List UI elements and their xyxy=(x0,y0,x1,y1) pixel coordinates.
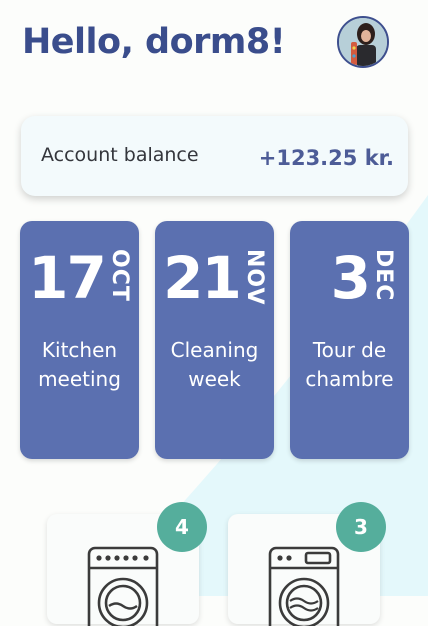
washing-machine-icon xyxy=(268,546,340,626)
event-card-tour-de-chambre[interactable]: 3 DEC Tour de chambre xyxy=(290,221,409,459)
event-card-kitchen-meeting[interactable]: 17 OCT Kitchen meeting xyxy=(20,221,139,459)
event-day: 17 xyxy=(28,244,107,312)
profile-photo-icon xyxy=(339,18,387,66)
event-date: 17 OCT xyxy=(20,243,139,313)
washing-machine-icon xyxy=(87,546,159,626)
event-title: Kitchen meeting xyxy=(38,338,121,391)
avatar[interactable] xyxy=(337,16,389,68)
event-month: OCT xyxy=(106,249,132,302)
account-balance-card[interactable]: Account balance +123.25 kr. xyxy=(21,116,408,196)
machine-count-badge: 3 xyxy=(336,502,386,552)
balance-value: +123.25 kr. xyxy=(258,146,394,170)
event-title: Cleaning week xyxy=(170,338,259,391)
event-month: NOV xyxy=(241,249,267,306)
machine-count-badge: 4 xyxy=(157,502,207,552)
event-date: 3 DEC xyxy=(290,243,409,313)
event-day: 21 xyxy=(163,244,242,312)
event-title: Tour de chambre xyxy=(305,338,394,391)
event-day: 3 xyxy=(330,244,371,312)
balance-label: Account balance xyxy=(41,144,199,166)
event-month: DEC xyxy=(371,249,396,302)
greeting-title: Hello, dorm8! xyxy=(22,22,286,62)
event-card-cleaning-week[interactable]: 21 NOV Cleaning week xyxy=(155,221,274,459)
event-date: 21 NOV xyxy=(155,243,274,313)
